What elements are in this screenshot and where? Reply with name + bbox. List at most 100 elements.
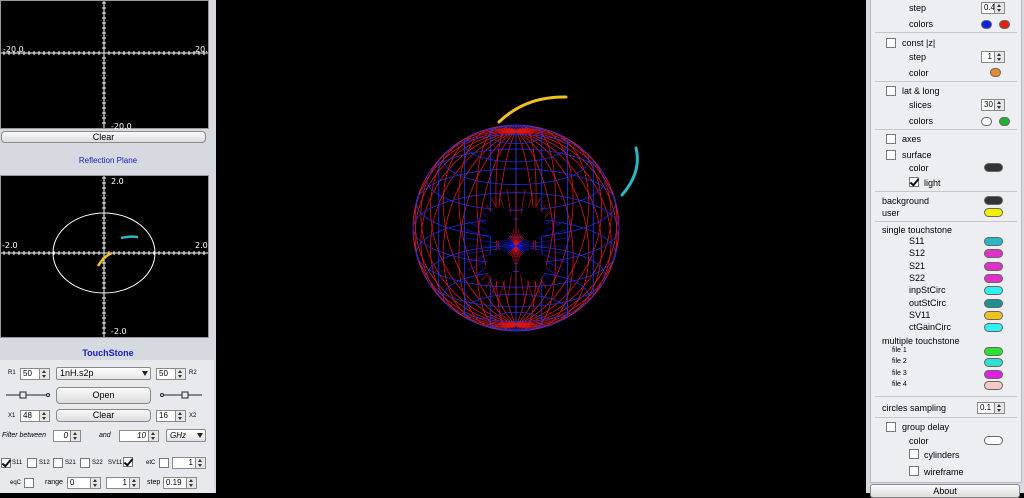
file-color-swatch[interactable] (984, 380, 1003, 390)
x1-spinner[interactable]: 48 (20, 410, 50, 422)
r1-label: R1 (8, 370, 16, 376)
step2-label: step (909, 52, 927, 62)
s11-checkbox[interactable] (1, 458, 11, 468)
single-touchstone-color-swatch[interactable] (984, 310, 1003, 320)
riemann-sphere-view[interactable] (216, 0, 866, 493)
single-touchstone-color-swatch[interactable] (984, 273, 1003, 283)
step-value: 0.19 (166, 478, 182, 487)
user-color-swatch[interactable] (984, 208, 1003, 217)
step-spinner[interactable]: 0.19 (163, 477, 197, 489)
group-delay-checkbox[interactable] (886, 422, 896, 432)
light-label: light (924, 178, 941, 188)
cylinders-checkbox[interactable] (909, 449, 919, 459)
chevron-down-icon (197, 433, 203, 438)
colors3-swatch-b[interactable] (999, 117, 1010, 126)
range-max-value: 1 (122, 478, 127, 487)
etc-spinner[interactable]: 1 (172, 457, 206, 469)
etc-checkbox[interactable] (159, 458, 169, 468)
circles-sampling-label: circles sampling (882, 403, 947, 413)
file-select[interactable]: 1nH.s2p (56, 367, 151, 380)
colors1-swatch-a[interactable] (981, 20, 992, 29)
sv11-label: SV11 (108, 460, 123, 466)
sv11-checkbox[interactable] (123, 457, 133, 467)
axis-label-bottom: -20.0 (111, 122, 132, 131)
s12-checkbox[interactable] (27, 458, 37, 468)
clear-impedance-button[interactable]: Clear (1, 131, 206, 143)
s12-label: S12 (39, 460, 50, 466)
r1-spinner[interactable]: 50 (20, 368, 50, 380)
x2-spinner[interactable]: 16 (156, 410, 186, 422)
x2-label: X2 (189, 413, 197, 419)
single-touchstone-color-swatch[interactable] (984, 261, 1003, 271)
single-touchstone-item-label: SV11 (909, 309, 931, 320)
file-color-swatch[interactable] (984, 358, 1003, 368)
s22-checkbox[interactable] (80, 458, 90, 468)
open-button[interactable]: Open (56, 387, 151, 404)
s21-checkbox[interactable] (53, 458, 63, 468)
single-touchstone-item-label: outStCirc (909, 297, 947, 308)
x-right-label: 2.0 (195, 241, 208, 250)
surface-color-swatch[interactable] (984, 163, 1003, 172)
range-max-spinner[interactable]: 1 (106, 477, 140, 489)
wireframe-label: wireframe (924, 467, 964, 477)
step-label: step (147, 479, 161, 486)
multiple-touchstone-label: multiple touchstone (882, 336, 960, 346)
filter-max-input[interactable]: 10 (119, 430, 159, 442)
s22-label: S22 (92, 460, 103, 466)
file-color-swatch[interactable] (984, 369, 1003, 379)
color2-swatch[interactable] (990, 68, 1001, 77)
about-label: About (933, 486, 957, 496)
const-z-checkbox[interactable] (886, 38, 896, 48)
eqc-checkbox[interactable] (24, 478, 34, 488)
surface-checkbox[interactable] (886, 150, 896, 160)
s11-label: S11 (12, 460, 23, 466)
colors1-label: colors (909, 19, 934, 29)
r2-spinner[interactable]: 50 (156, 368, 186, 380)
circles-sampling-value: 0.1 (980, 403, 992, 412)
color2-label: color (909, 68, 929, 78)
about-button[interactable]: About (870, 484, 1020, 498)
axis-label-left: -20.0 (3, 45, 24, 54)
filter-min-input[interactable]: 0 (53, 430, 81, 442)
and-label: and (99, 432, 111, 439)
step2-value: 1 (987, 52, 992, 61)
group-delay-color-swatch[interactable] (984, 436, 1003, 445)
single-touchstone-color-swatch[interactable] (984, 323, 1003, 333)
colors3-swatch-a[interactable] (981, 117, 992, 126)
clear-touchstone-button[interactable]: Clear (56, 409, 151, 422)
file-item-label: file 2 (892, 358, 907, 366)
colors1-swatch-b[interactable] (999, 20, 1010, 29)
wireframe-checkbox[interactable] (909, 466, 919, 476)
user-label: user (882, 208, 900, 218)
light-checkbox[interactable] (909, 177, 919, 187)
single-touchstone-item-label: S11 (909, 236, 925, 246)
touchstone-panel: R1 50 1nH.s2p 50 R2 Open X1 48 Clear 16 … (0, 360, 214, 493)
single-touchstone-color-swatch[interactable] (984, 249, 1003, 259)
circles-sampling-spinner[interactable]: 0.1 (977, 402, 1005, 414)
axes-checkbox[interactable] (886, 134, 896, 144)
unit-select[interactable]: GHz (166, 429, 206, 442)
single-touchstone-color-swatch[interactable] (984, 286, 1003, 296)
range-min-spinner[interactable]: 0 (67, 477, 101, 489)
single-touchstone-color-swatch[interactable] (984, 298, 1003, 308)
right-settings-panel: step 0.4 colors const |z| step 1 color l… (866, 0, 1024, 498)
reflection-plane-plot[interactable]: 2.0 -2.0 2.0 -2.0 (0, 175, 209, 338)
background-label: background (882, 196, 930, 206)
slices-spinner[interactable]: 30 (981, 99, 1005, 111)
touchstone-title: TouchStone (82, 348, 134, 358)
cylinders-label: cylinders (924, 450, 960, 460)
step1-spinner[interactable]: 0.4 (981, 2, 1005, 14)
step1-label: step (909, 3, 927, 13)
range-min-value: 0 (70, 478, 75, 487)
lat-long-checkbox[interactable] (886, 86, 896, 96)
background-color-swatch[interactable] (984, 196, 1003, 205)
step2-spinner[interactable]: 1 (981, 51, 1005, 63)
port2-connector-icon (160, 391, 202, 399)
file-color-swatch[interactable] (984, 347, 1003, 356)
lat-long-label: lat & long (902, 86, 940, 96)
left-panel: -20.0 20. -20.0 Clear Reflection Plane 2… (0, 0, 216, 493)
impedance-plane-plot[interactable]: -20.0 20. -20.0 (0, 0, 209, 131)
group-delay-label: group delay (902, 422, 950, 432)
r2-label: R2 (189, 370, 197, 376)
single-touchstone-color-swatch[interactable] (984, 237, 1003, 246)
